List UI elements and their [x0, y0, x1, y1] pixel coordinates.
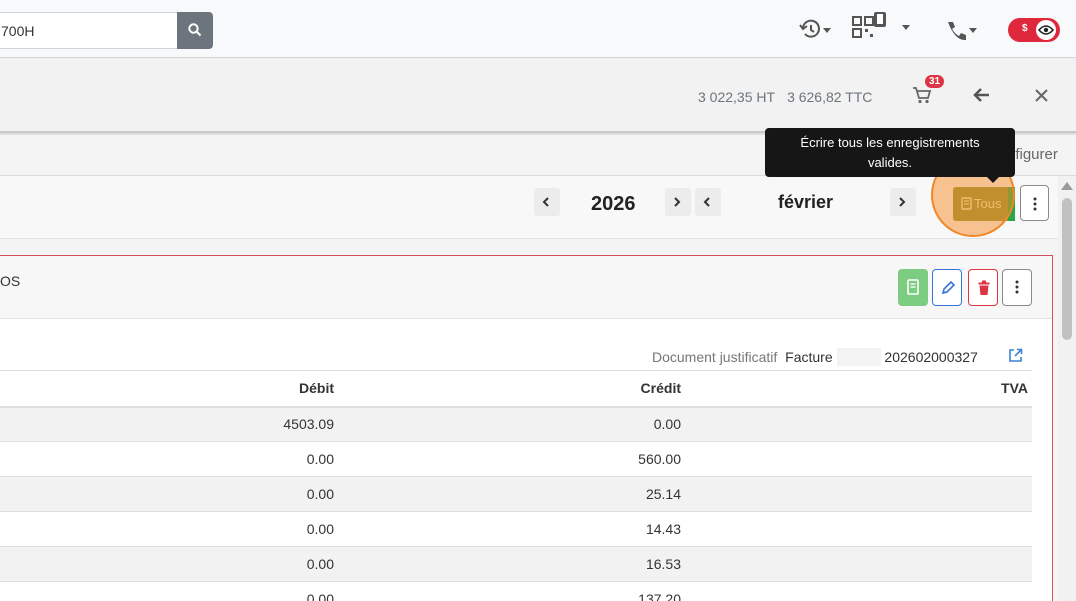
- tooltip-arrow: [987, 177, 999, 183]
- table-row: 4503.09 0.00: [0, 406, 1032, 442]
- cell-tva: [685, 546, 1032, 582]
- price-visibility-toggle[interactable]: $: [1008, 18, 1060, 42]
- table-row: 0.00 137.20: [0, 581, 1032, 601]
- table-row: 0.00 25.14: [0, 476, 1032, 512]
- month-label: février: [778, 192, 834, 212]
- cell-tva: [685, 441, 1032, 477]
- toggle-knob: [1036, 20, 1056, 40]
- cell-credit: 14.43: [338, 511, 685, 547]
- table-row: 0.00 560.00: [0, 441, 1032, 477]
- doc-type: Facture: [785, 349, 833, 365]
- chevron-right-icon: [674, 197, 681, 207]
- cell-credit: 560.00: [338, 441, 685, 477]
- tooltip-line-2: valides.: [867, 155, 913, 170]
- eye-icon: [1038, 25, 1054, 35]
- cell-debit: 4503.09: [0, 406, 338, 442]
- cell-debit: 0.00: [0, 441, 338, 477]
- card-header: OS: [0, 256, 1052, 319]
- kebab-icon: [1033, 197, 1037, 211]
- entry-title: OS: [0, 273, 21, 289]
- write-entry-button[interactable]: [898, 269, 928, 306]
- cell-debit: 0.00: [0, 546, 338, 582]
- col-debit: Débit: [0, 370, 338, 408]
- delete-entry-button[interactable]: [968, 269, 998, 306]
- search-icon: [188, 23, 202, 37]
- tooltip-line-1: Écrire tous les enregistrements: [800, 135, 980, 150]
- col-credit: Crédit: [338, 370, 685, 408]
- history-icon[interactable]: [799, 18, 833, 42]
- next-month-button[interactable]: [890, 188, 916, 216]
- period-more-button[interactable]: [1020, 185, 1049, 221]
- chevron-left-icon: [542, 197, 549, 207]
- entry-lines-table: Débit Crédit TVA 4503.09 0.00 0.00 560.00 …: [0, 370, 1032, 601]
- cell-credit: 0.00: [338, 406, 685, 442]
- tooltip: Écrire tous les enregistrements valides.: [765, 128, 1015, 177]
- cell-tva: [685, 511, 1032, 547]
- summary-header: 3 022,35 HT 3 626,82 TTC 31: [0, 58, 1076, 133]
- pencil-icon: [941, 280, 956, 295]
- table-row: 0.00 14.43: [0, 511, 1032, 547]
- cell-debit: 0.00: [0, 581, 338, 601]
- dollar-icon: $: [1022, 23, 1028, 34]
- chevron-left-icon: [703, 197, 710, 207]
- totals: 3 022,35 HT 3 626,82 TTC: [698, 89, 872, 105]
- cell-credit: 137.20: [338, 581, 685, 601]
- trash-icon: [978, 280, 990, 295]
- scroll-thumb[interactable]: [1062, 198, 1072, 340]
- prev-year-button[interactable]: [534, 188, 560, 216]
- table-row: 0.00 16.53: [0, 546, 1032, 582]
- cart-icon[interactable]: [912, 86, 932, 104]
- cell-tva: [685, 406, 1032, 442]
- entry-more-button[interactable]: [1002, 269, 1032, 306]
- doc-label: Document justificatif: [652, 349, 778, 365]
- prev-month-button[interactable]: [695, 188, 721, 216]
- phone-icon[interactable]: [945, 20, 981, 42]
- cart-count-badge: 31: [925, 75, 945, 88]
- search-input[interactable]: 700H: [0, 12, 178, 49]
- year-label: 2026: [591, 193, 636, 215]
- next-year-button[interactable]: [665, 188, 691, 216]
- top-navbar: 700H $: [0, 0, 1076, 58]
- external-link-icon[interactable]: [1008, 348, 1023, 363]
- close-icon[interactable]: [1035, 89, 1048, 102]
- redacted-block: [836, 348, 881, 366]
- edit-entry-button[interactable]: [932, 269, 962, 306]
- total-ttc: 3 626,82 TTC: [787, 89, 873, 105]
- cell-debit: 0.00: [0, 476, 338, 512]
- book-icon: [907, 279, 919, 295]
- cell-tva: [685, 476, 1032, 512]
- scroll-up-arrow[interactable]: [1061, 182, 1073, 190]
- chevron-right-icon: [899, 197, 906, 207]
- search-button[interactable]: [177, 12, 213, 49]
- journal-entry-card: OS Document justificatif Facture 2026020…: [0, 255, 1053, 601]
- col-tva: TVA: [685, 370, 1032, 408]
- cell-tva: [685, 581, 1032, 601]
- qr-code-icon[interactable]: [852, 11, 914, 41]
- arrow-left-icon[interactable]: [973, 88, 991, 102]
- doc-number: 202602000327: [884, 349, 978, 365]
- total-ht: 3 022,35 HT: [698, 89, 776, 105]
- table-header-row: Débit Crédit TVA: [0, 370, 1032, 408]
- supporting-document: Document justificatif Facture 2026020003…: [652, 348, 978, 366]
- kebab-icon: [1015, 280, 1019, 294]
- period-navigation: 2026 février Tous: [0, 176, 1058, 239]
- cell-credit: 25.14: [338, 476, 685, 512]
- cell-credit: 16.53: [338, 546, 685, 582]
- cell-debit: 0.00: [0, 511, 338, 547]
